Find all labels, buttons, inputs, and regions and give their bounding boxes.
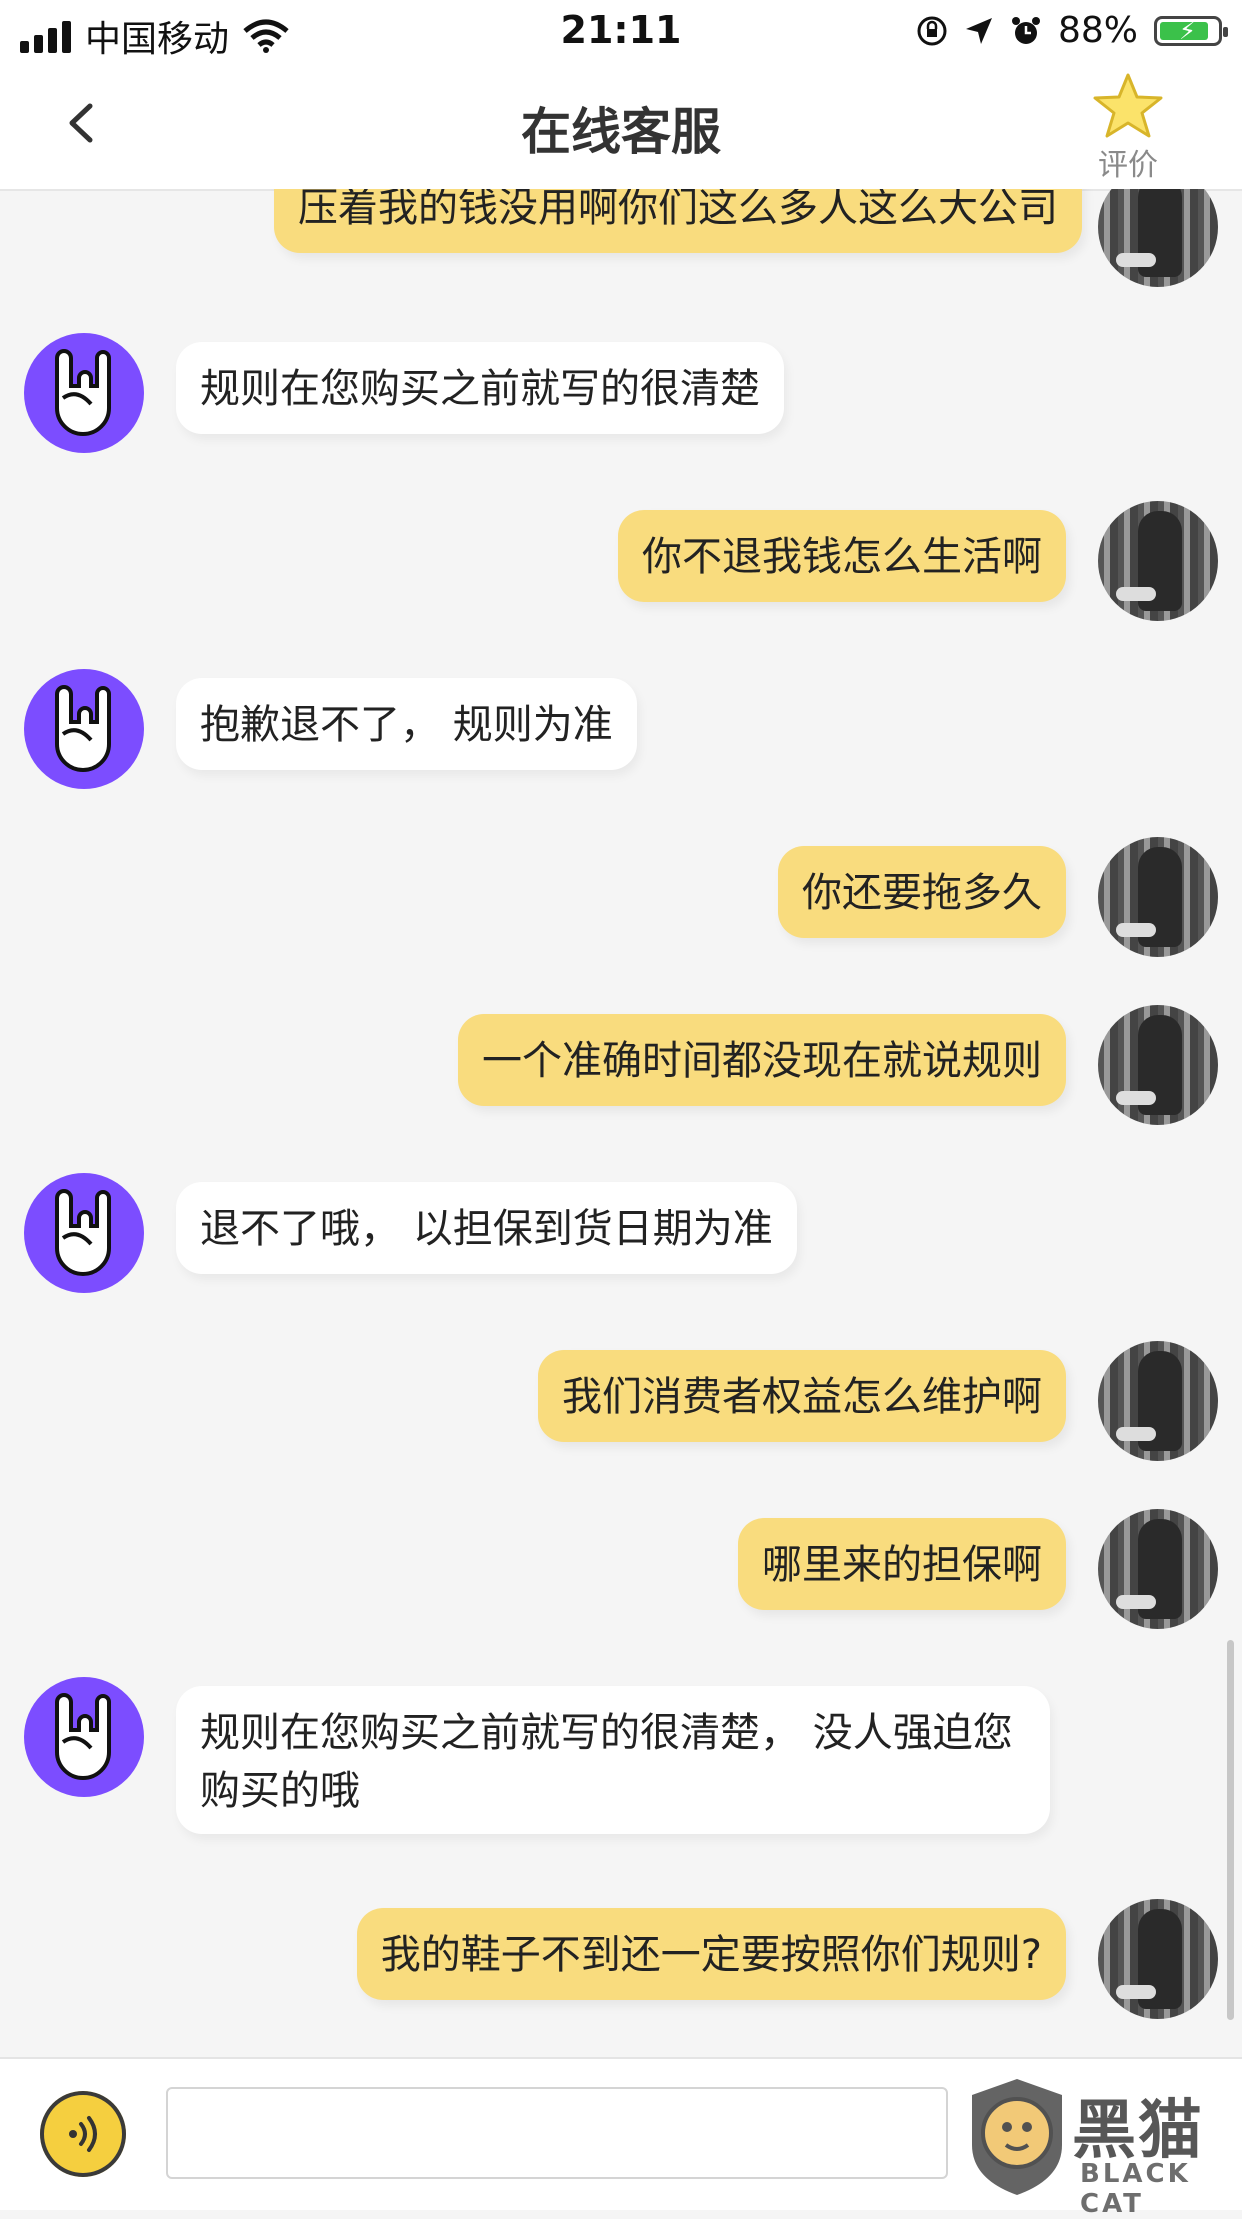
agent-message-bubble: 抱歉退不了， 规则为准 [176, 678, 637, 770]
user-message-bubble: 压着我的钱没用啊你们这么多人这么大公司 [274, 189, 1082, 253]
voice-button[interactable] [40, 2091, 126, 2177]
user-avatar[interactable] [1098, 501, 1218, 621]
location-icon [965, 17, 992, 44]
rock-hand-icon [55, 1693, 111, 1780]
star-icon [1093, 73, 1163, 138]
user-message-bubble: 你还要拖多久 [778, 846, 1066, 938]
user-avatar[interactable] [1098, 837, 1218, 957]
agent-message-bubble: 规则在您购买之前就写的很清楚 [176, 342, 784, 434]
battery-percent: 88% [1057, 10, 1138, 51]
input-bar: 黑猫 BLACK CAT [0, 2057, 1242, 2219]
user-avatar[interactable] [1098, 189, 1218, 287]
user-avatar[interactable] [1098, 1509, 1218, 1629]
agent-message-bubble: 退不了哦， 以担保到货日期为准 [176, 1182, 797, 1274]
voice-icon [69, 2116, 97, 2152]
rotation-lock-icon [917, 16, 947, 45]
chat-list[interactable]: 压着我的钱没用啊你们这么多人这么大公司 规则在您购买之前就写的很清楚 你不退我钱… [0, 189, 1242, 2057]
watermark-brand: 黑猫 [1072, 2094, 1204, 2168]
user-message-bubble: 我们消费者权益怎么维护啊 [538, 1350, 1066, 1442]
user-message-bubble: 一个准确时间都没现在就说规则 [458, 1014, 1066, 1106]
status-bar: 中国移动 21:11 88% ⚡ [0, 0, 1242, 64]
user-message-bubble: 你不退我钱怎么生活啊 [618, 510, 1066, 602]
user-avatar[interactable] [1098, 1341, 1218, 1461]
watermark: 黑猫 BLACK CAT [962, 2075, 1232, 2219]
message-input[interactable] [166, 2087, 948, 2179]
rock-hand-icon [55, 685, 111, 772]
page-title: 在线客服 [521, 103, 721, 161]
agent-message-bubble: 规则在您购买之前就写的很清楚， 没人强迫您购买的哦 [176, 1686, 1050, 1834]
rate-button[interactable]: 评价 [1078, 72, 1178, 184]
rate-label: 评价 [1098, 148, 1158, 183]
agent-avatar[interactable] [24, 669, 144, 789]
agent-avatar[interactable] [24, 1677, 144, 1797]
rock-hand-icon [55, 1189, 111, 1276]
agent-avatar[interactable] [24, 1173, 144, 1293]
user-message-bubble: 哪里来的担保啊 [738, 1518, 1066, 1610]
scrollbar[interactable] [1227, 1640, 1234, 2020]
watermark-sub: BLACK CAT [1080, 2159, 1191, 2219]
battery-icon: ⚡ [1154, 15, 1228, 46]
alarm-icon [1011, 16, 1040, 44]
rock-hand-icon [55, 349, 111, 436]
user-message-bubble: 我的鞋子不到还一定要按照你们规则? [356, 1908, 1066, 2000]
user-avatar[interactable] [1098, 1005, 1218, 1125]
nav-bar: 在线客服 评价 [0, 64, 1242, 191]
agent-avatar[interactable] [24, 333, 144, 453]
user-avatar[interactable] [1098, 1899, 1218, 2019]
black-cat-logo-icon [972, 2079, 1062, 2195]
